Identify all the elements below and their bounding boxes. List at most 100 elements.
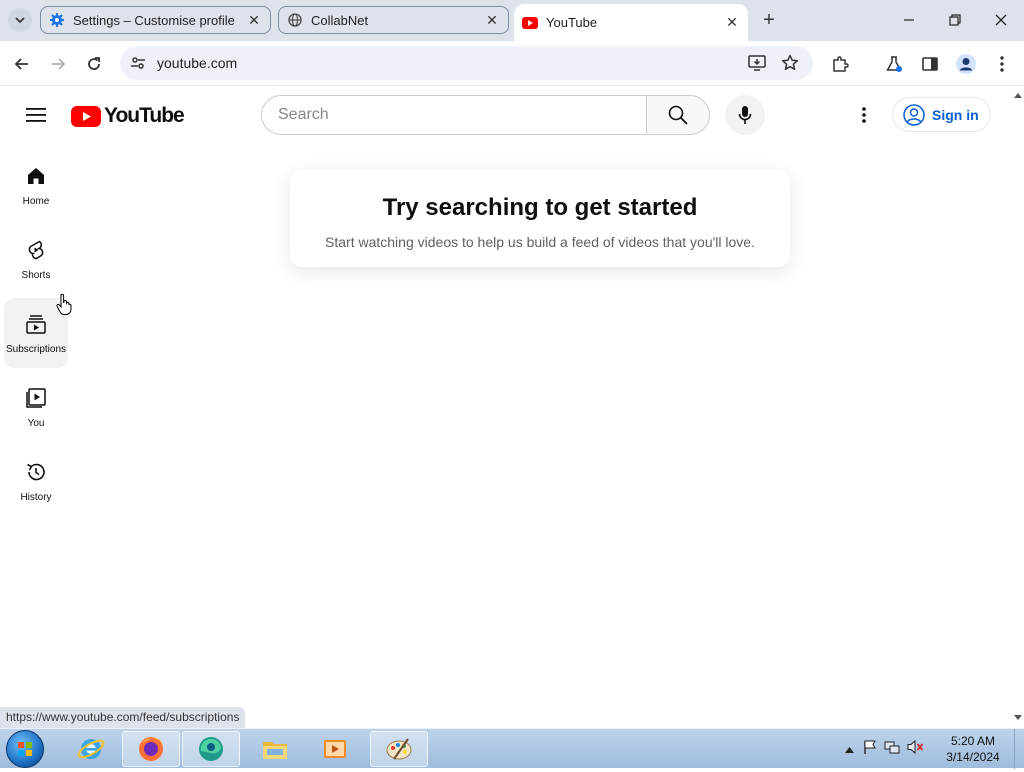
- taskbar-media-player[interactable]: [306, 731, 364, 767]
- media-player-icon: [324, 740, 346, 758]
- shorts-icon: [24, 238, 48, 262]
- labs-button[interactable]: [880, 50, 908, 78]
- page-scrollbar[interactable]: [1012, 87, 1024, 728]
- tab-youtube[interactable]: YouTube ✕: [514, 4, 748, 41]
- guide-item-history[interactable]: History: [4, 446, 68, 516]
- volume-muted-icon[interactable]: [906, 739, 924, 760]
- tab-strip: Settings – Customise profile ✕ CollabNet…: [0, 0, 1024, 41]
- close-window-button[interactable]: [978, 0, 1024, 40]
- clock-time: 5:20 AM: [950, 734, 996, 748]
- tab-title: CollabNet: [311, 12, 369, 28]
- close-icon: [995, 14, 1007, 26]
- paint-palette-icon: [386, 738, 412, 760]
- sign-in-button[interactable]: Sign in: [892, 97, 991, 132]
- hand-cursor-icon: [56, 293, 72, 321]
- folder-icon: [263, 742, 287, 759]
- scroll-up-arrow-icon[interactable]: [1014, 93, 1022, 98]
- microphone-icon: [738, 106, 752, 124]
- taskbar-edge[interactable]: [182, 731, 240, 767]
- reload-icon: [88, 57, 100, 70]
- minimize-icon: [904, 19, 914, 21]
- guide-item-you[interactable]: You: [4, 372, 68, 442]
- history-icon: [24, 460, 48, 484]
- windows-taskbar: 5:20 AM 3/14/2024: [0, 728, 1024, 769]
- firefox-icon: [139, 737, 163, 761]
- new-tab-button[interactable]: +: [757, 8, 781, 32]
- tray-overflow-arrow-icon[interactable]: [845, 740, 854, 758]
- tab-settings[interactable]: Settings – Customise profile ✕: [40, 6, 271, 34]
- scroll-down-arrow-icon[interactable]: [1014, 715, 1022, 720]
- youtube-icon: [522, 15, 538, 31]
- settings-menu-button[interactable]: [848, 99, 880, 131]
- bookmark-star-icon[interactable]: [781, 54, 799, 77]
- kebab-menu-icon: [862, 107, 866, 123]
- gear-icon: [49, 12, 65, 28]
- profile-button[interactable]: [952, 50, 980, 78]
- youtube-logo[interactable]: YouTube: [71, 104, 185, 128]
- taskbar-internet-explorer[interactable]: [62, 731, 120, 767]
- side-panel-button[interactable]: [916, 50, 944, 78]
- network-icon[interactable]: [884, 739, 900, 760]
- close-icon[interactable]: ✕: [484, 12, 500, 28]
- restore-icon: [949, 14, 961, 26]
- empty-feed-prompt: Try searching to get started Start watch…: [290, 170, 790, 267]
- browser-menu-button[interactable]: [988, 50, 1016, 78]
- guide-label: You: [27, 418, 45, 429]
- taskbar-clock[interactable]: 5:20 AM 3/14/2024: [935, 733, 1011, 765]
- arrow-left-icon: [14, 58, 28, 70]
- guide-menu-button[interactable]: [20, 99, 52, 131]
- search-icon: [668, 105, 688, 125]
- taskbar-firefox[interactable]: [122, 731, 180, 767]
- globe-icon: [287, 12, 303, 28]
- show-desktop-button[interactable]: [1014, 729, 1024, 769]
- tab-title: Settings – Customise profile: [73, 12, 235, 28]
- guide-item-shorts[interactable]: Shorts: [4, 224, 68, 294]
- flask-icon: [886, 56, 902, 72]
- guide-label: Home: [22, 196, 50, 207]
- arrow-right-icon: [52, 58, 66, 70]
- kebab-menu-icon: [1000, 56, 1004, 72]
- subscriptions-icon: [24, 312, 48, 336]
- logo-text: YouTube: [104, 104, 185, 127]
- extensions-button[interactable]: [826, 50, 854, 78]
- restore-button[interactable]: [932, 0, 978, 40]
- address-bar[interactable]: youtube.com: [120, 46, 813, 80]
- puzzle-icon: [833, 56, 849, 72]
- back-button[interactable]: [8, 50, 36, 78]
- youtube-play-icon: [71, 105, 101, 127]
- browser-toolbar: youtube.com: [0, 41, 1024, 86]
- site-info-icon[interactable]: [130, 55, 146, 76]
- edge-icon: [199, 737, 223, 761]
- taskbar-file-explorer[interactable]: [246, 731, 304, 767]
- youtube-masthead: YouTube Search Sign in: [0, 87, 1012, 143]
- reload-button[interactable]: [80, 50, 108, 78]
- tab-title: YouTube: [546, 15, 598, 30]
- address-text: youtube.com: [157, 55, 238, 71]
- windows-logo-icon: [18, 742, 32, 756]
- guide-item-home[interactable]: Home: [4, 150, 68, 220]
- close-icon[interactable]: ✕: [724, 14, 740, 31]
- search-input[interactable]: Search: [261, 95, 647, 135]
- guide-label: History: [20, 492, 52, 503]
- start-button[interactable]: [6, 730, 44, 768]
- install-app-icon[interactable]: [748, 54, 766, 77]
- internet-explorer-icon: [77, 739, 105, 759]
- minimize-button[interactable]: [886, 0, 932, 40]
- search-button[interactable]: [646, 95, 710, 135]
- voice-search-button[interactable]: [725, 95, 765, 135]
- guide-label: Shorts: [21, 270, 51, 281]
- side-panel-icon: [922, 57, 938, 71]
- clock-date: 3/14/2024: [946, 750, 1000, 764]
- guide-label: Subscriptions: [5, 344, 67, 355]
- action-center-flag-icon[interactable]: [862, 739, 878, 760]
- forward-button[interactable]: [44, 50, 72, 78]
- you-icon: [24, 386, 48, 410]
- hamburger-icon: [26, 108, 46, 122]
- prompt-subtitle: Start watching videos to help us build a…: [325, 234, 755, 250]
- taskbar-paint[interactable]: [370, 731, 428, 767]
- tab-search-button[interactable]: [8, 8, 32, 32]
- tab-collabnet[interactable]: CollabNet ✕: [278, 6, 509, 34]
- sign-in-label: Sign in: [932, 106, 979, 123]
- close-icon[interactable]: ✕: [246, 12, 262, 28]
- prompt-title: Try searching to get started: [382, 194, 698, 221]
